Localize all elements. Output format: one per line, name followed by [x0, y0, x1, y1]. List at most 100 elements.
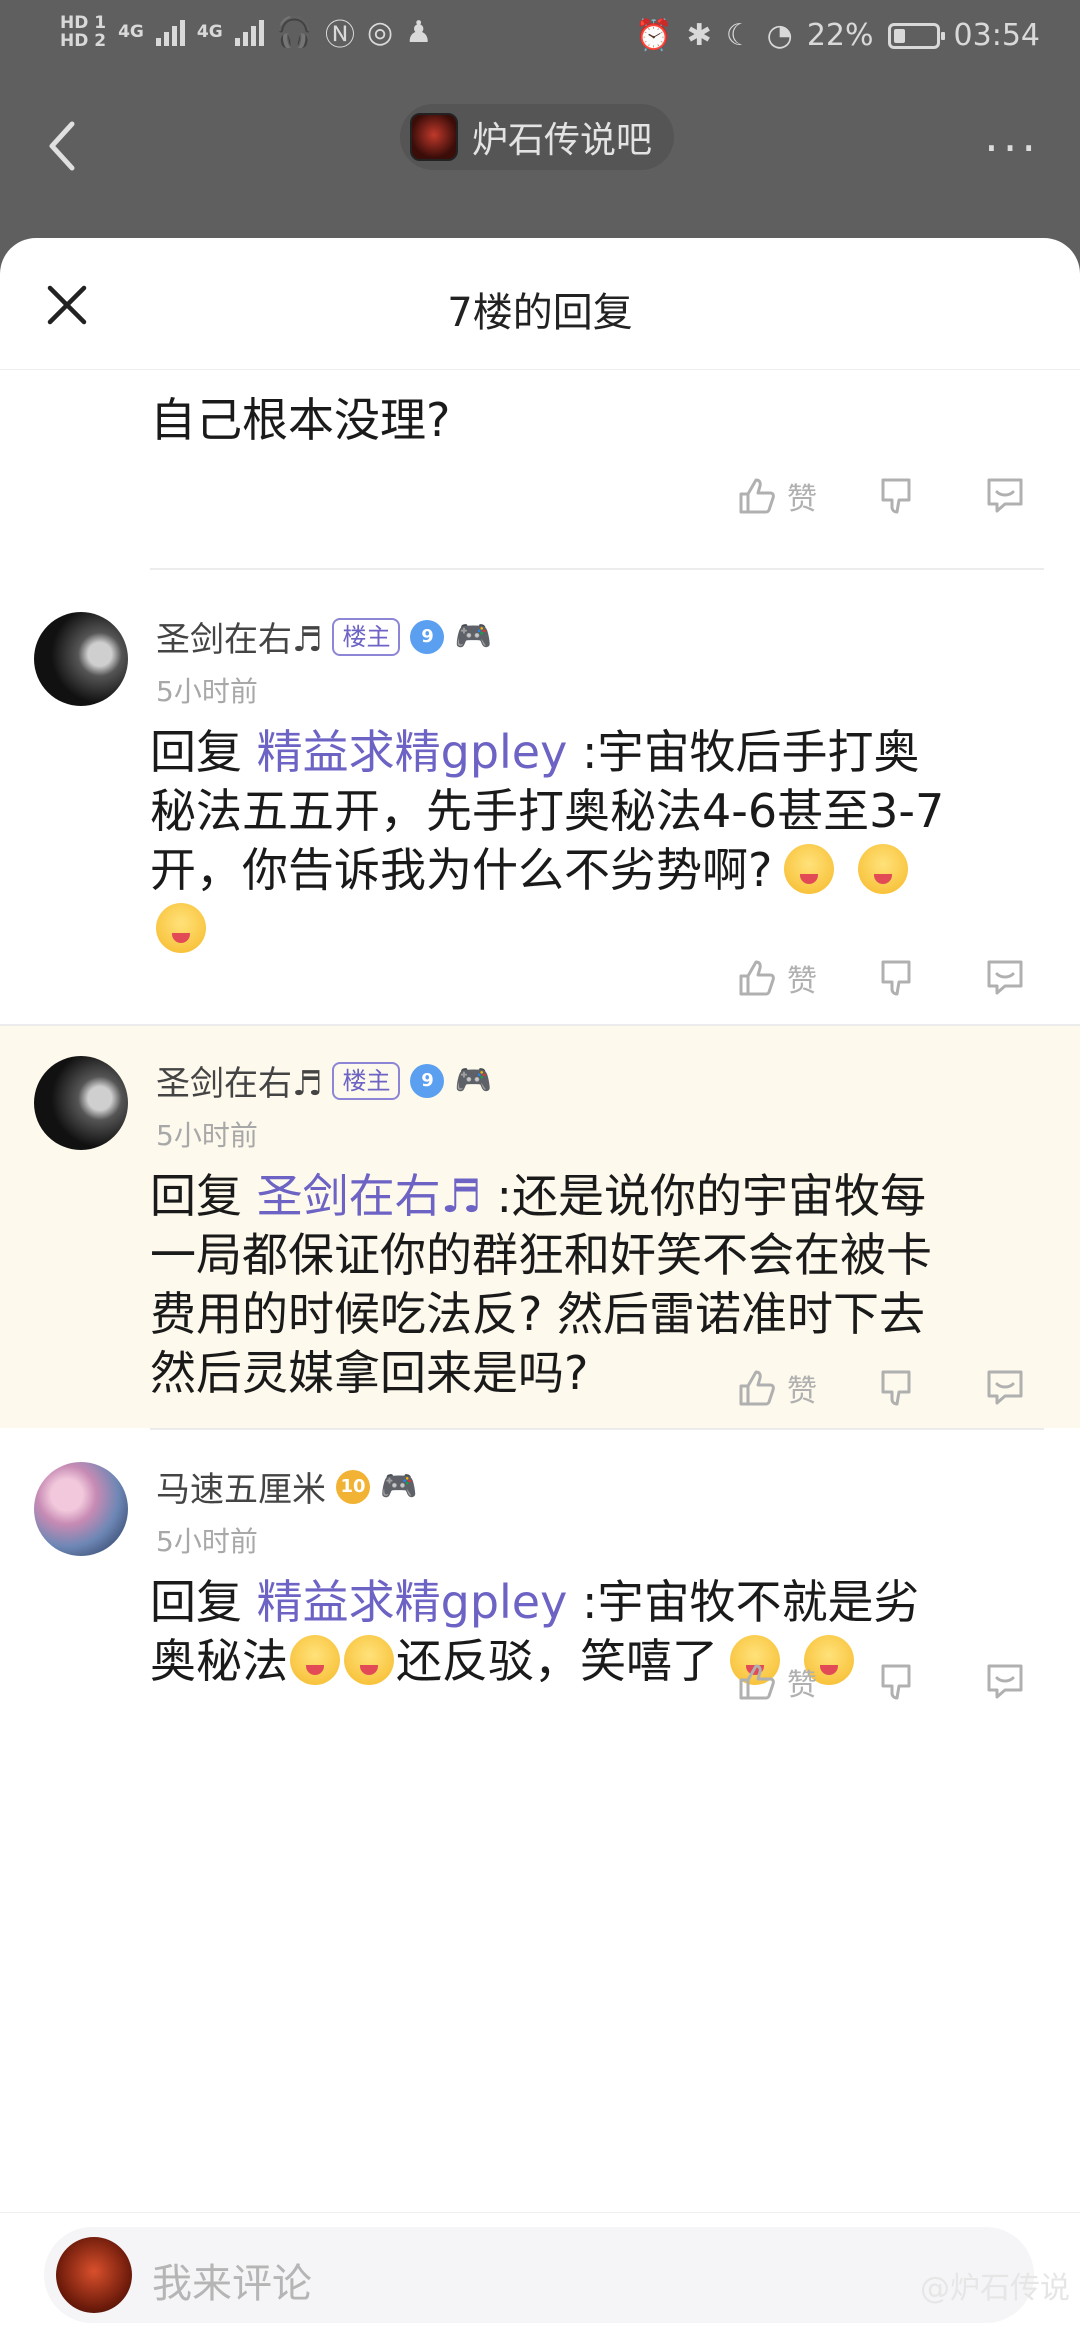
owner-badge: 楼主: [332, 1061, 401, 1100]
comment-icon: [987, 960, 1023, 995]
my-avatar: [56, 2237, 132, 2313]
dislike-button[interactable]: [875, 956, 983, 1000]
back-button[interactable]: [42, 116, 82, 176]
comment-button[interactable]: [983, 1660, 1027, 1704]
owner-badge: 楼主: [332, 617, 401, 656]
thumbs-up-icon: [739, 1370, 775, 1406]
timestamp: 5小时前: [156, 1525, 258, 1558]
comment-icon: [987, 1370, 1023, 1405]
gamepad-icon: 🎮: [454, 618, 492, 654]
reply-prefix: 回复: [150, 1169, 257, 1223]
user-info-row: 圣剑在右♬ 楼主 9 🎮: [156, 1056, 494, 1105]
alarm-icon: ⏰: [635, 18, 673, 53]
username[interactable]: 圣剑在右♬: [156, 612, 322, 661]
forum-pill[interactable]: 炉石传说吧: [400, 104, 675, 170]
reply-body: 回复 精益求精gpley :宇宙牧后手打奥 秘法五五开，先手打奥秘法4-6甚至3…: [150, 724, 1050, 957]
reply-text-line: 秘法五五开，先手打奥秘法4-6甚至3-7: [150, 784, 945, 838]
sweat-smile-emoji-icon: [344, 1635, 394, 1685]
reply-text-line: 开，你告诉我为什么不劣势啊?: [150, 843, 773, 897]
forum-name: 炉石传说吧: [472, 120, 653, 161]
avatar[interactable]: [34, 1056, 128, 1150]
reply-item-highlighted: 圣剑在右♬ 楼主 9 🎮 5小时前 回复 圣剑在右♬ :还是说你的宇宙牧每 一局…: [0, 1026, 1080, 1428]
headphones-icon: 🎧: [275, 14, 314, 50]
hd-indicators: HD 1 HD 2: [60, 14, 106, 50]
thumbs-down-icon: [881, 1370, 911, 1406]
reply-target-link[interactable]: 圣剑在右♬: [257, 1169, 482, 1223]
reply-prefix: 回复: [150, 1575, 257, 1629]
dislike-button[interactable]: [875, 1366, 983, 1410]
action-row: 赞: [735, 1660, 1027, 1704]
hd2-label: HD 2: [60, 31, 107, 51]
sheet-header: 7楼的回复: [0, 238, 1080, 370]
comment-icon: [987, 478, 1023, 513]
username[interactable]: 圣剑在右♬: [156, 1056, 322, 1105]
reply-item: 圣剑在右♬ 楼主 9 🎮 5小时前 回复 精益求精gpley :宇宙牧后手打奥 …: [0, 570, 1080, 1024]
thumbs-down-icon: [881, 1664, 911, 1700]
like-label: 赞: [787, 482, 817, 517]
like-button[interactable]: 赞: [735, 956, 875, 1000]
like-button[interactable]: 赞: [735, 1366, 875, 1410]
reply-text-line: 一局都保证你的群狂和奸笑不会在被卡: [150, 1228, 932, 1282]
reply-prefix: 回复: [150, 725, 257, 779]
username[interactable]: 马速五厘米: [156, 1462, 326, 1511]
avatar[interactable]: [34, 612, 128, 706]
thumbs-down-icon: [881, 960, 911, 996]
like-button[interactable]: 赞: [735, 474, 875, 518]
network-type-2: 4G: [196, 22, 223, 42]
app-notification-icon: ◎: [367, 14, 394, 50]
signal-icon: [155, 18, 185, 46]
like-label: 赞: [787, 1668, 817, 1703]
comment-input[interactable]: 我来评论: [44, 2227, 1034, 2323]
gamepad-icon: 🎮: [380, 1468, 418, 1504]
battery-icon: [887, 22, 945, 49]
network-type-1: 4G: [118, 22, 144, 42]
yum-emoji-icon: [858, 844, 909, 894]
reply-text-line: :宇宙牧不就是劣: [567, 1575, 920, 1629]
user-info-row: 圣剑在右♬ 楼主 9 🎮: [156, 612, 494, 661]
level-gem-icon: 9: [410, 1063, 445, 1098]
like-label: 赞: [787, 1374, 817, 1409]
action-row: 赞: [735, 1366, 1027, 1410]
forum-logo: [410, 113, 458, 161]
comment-placeholder: 我来评论: [152, 2261, 312, 2307]
like-label: 赞: [787, 964, 817, 999]
speed-icon: ◔: [766, 18, 793, 53]
previous-reply-tail: 自己根本没理?: [150, 393, 451, 447]
battery-percent: 22%: [806, 18, 874, 53]
level-gem-icon: 9: [410, 619, 445, 654]
avatar[interactable]: [34, 1462, 128, 1556]
hd1-label: HD 1: [60, 13, 107, 33]
like-button[interactable]: 赞: [735, 1660, 875, 1704]
signal-icon-2: [234, 18, 264, 46]
qq-icon: ♟: [405, 14, 433, 50]
comment-button[interactable]: [983, 1366, 1027, 1410]
comment-bar: 我来评论 @炉石传说: [0, 2212, 1080, 2340]
sweat-smile-emoji-icon: [290, 1635, 340, 1685]
comment-button[interactable]: [983, 956, 1027, 1000]
bluetooth-icon: ✱: [686, 18, 712, 53]
comment-button[interactable]: [983, 474, 1027, 518]
chevron-left-icon: [49, 121, 75, 171]
nfc-icon: Ⓝ: [325, 18, 356, 53]
dislike-button[interactable]: [875, 1660, 983, 1704]
reply-text-line: :宇宙牧后手打奥: [567, 725, 920, 779]
action-row: 赞: [735, 956, 1027, 1000]
reply-target-link[interactable]: 精益求精gpley: [257, 1575, 568, 1629]
watermark: @炉石传说: [920, 2271, 1070, 2306]
user-info-row: 马速五厘米 10 🎮: [156, 1462, 420, 1511]
clock: 03:54: [953, 18, 1040, 53]
timestamp: 5小时前: [156, 1119, 258, 1152]
yum-emoji-icon: [784, 844, 835, 894]
action-row: 赞: [735, 474, 1027, 518]
reply-text-line: 费用的时候吃法反? 然后雷诺准时下去: [150, 1287, 926, 1341]
thumbs-up-icon: [739, 1664, 775, 1700]
more-options-icon[interactable]: ···: [984, 121, 1040, 175]
gamepad-icon: 🎮: [454, 1062, 492, 1098]
dislike-button[interactable]: [875, 474, 983, 518]
reply-item: 马速五厘米 10 🎮 5小时前 回复 精益求精gpley :宇宙牧不就是劣 奥秘…: [0, 1430, 1080, 1732]
yum-emoji-icon: [156, 903, 206, 953]
thumbs-up-icon: [739, 478, 775, 514]
replies-sheet: 7楼的回复 自己根本没理? 赞 圣剑在右♬ 楼主 9 🎮 5小时前 回复 精益求…: [0, 238, 1080, 2340]
sheet-title: 7楼的回复: [447, 290, 633, 336]
reply-target-link[interactable]: 精益求精gpley: [257, 725, 568, 779]
